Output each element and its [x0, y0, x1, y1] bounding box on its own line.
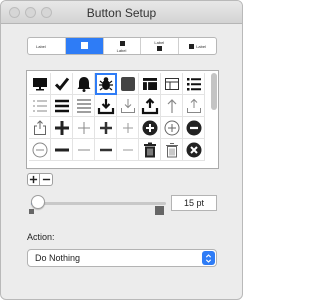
icon-size-slider[interactable]: [31, 202, 166, 205]
minus-icon: [42, 178, 50, 181]
style-label-text: Label: [116, 48, 127, 53]
monitor-icon: [32, 77, 47, 90]
download-filled-icon: [97, 98, 114, 114]
upload-outline-icon: [186, 98, 201, 113]
action-select-value: Do Nothing: [35, 253, 81, 263]
icon-cell[interactable]: [161, 117, 183, 139]
plus-light-icon: [77, 121, 90, 134]
large-size-icon: [155, 206, 164, 215]
trash-outline-icon: [165, 142, 178, 157]
icon-glyph: [189, 44, 195, 49]
remove-icon-button[interactable]: [40, 173, 53, 186]
icon-cell[interactable]: [29, 139, 51, 161]
style-label-above-icon[interactable]: Label: [141, 38, 180, 54]
icon-cell[interactable]: [29, 117, 51, 139]
table-outline-icon: [164, 77, 179, 90]
upload-arrow-icon: [167, 98, 176, 113]
action-label: Action:: [27, 232, 55, 242]
minus-thin-icon: [122, 149, 133, 150]
checklist-icon: [32, 100, 47, 111]
style-label-only[interactable]: Label: [28, 38, 66, 54]
title-bar: Button Setup: [1, 1, 242, 24]
x-circle-filled-icon: [186, 142, 201, 157]
icon-glyph: [157, 46, 163, 51]
download-outline-icon: [120, 98, 135, 113]
icon-cell[interactable]: [183, 73, 205, 95]
icon-cell[interactable]: [73, 117, 95, 139]
style-label-text: Label: [36, 44, 46, 49]
icon-cell[interactable]: [139, 117, 161, 139]
table-icon: [142, 77, 157, 90]
icon-cell[interactable]: [161, 95, 183, 117]
style-icon-left-of-label[interactable]: Label: [179, 38, 216, 54]
icon-cell[interactable]: [95, 117, 117, 139]
minus-circle-outline-icon: [32, 142, 47, 157]
icon-glyph: [119, 41, 125, 46]
minus-circle-filled-icon: [186, 120, 201, 135]
icon-cell[interactable]: [183, 95, 205, 117]
plus-thin-icon: [122, 122, 133, 133]
icon-grid: [29, 73, 205, 161]
icon-cell[interactable]: [95, 95, 117, 117]
icon-cell[interactable]: [29, 73, 51, 95]
icon-size-slider-thumb[interactable]: [30, 195, 45, 209]
plus-icon: [29, 175, 38, 184]
icon-glyph: [80, 42, 88, 49]
icon-cell[interactable]: [139, 95, 161, 117]
icon-cell[interactable]: [73, 139, 95, 161]
icon-cell[interactable]: [95, 73, 117, 95]
trash-filled-icon: [143, 142, 156, 157]
align-justify-icon: [54, 99, 69, 112]
icon-cell[interactable]: [183, 139, 205, 161]
minus-medium-icon: [99, 148, 112, 151]
window-title: Button Setup: [86, 6, 157, 20]
icon-cell[interactable]: [139, 139, 161, 161]
button-setup-window: Button Setup Label Label Label Label 15 …: [0, 0, 243, 300]
select-arrows-icon: [202, 251, 215, 265]
icon-cell[interactable]: [73, 95, 95, 117]
icon-picker: [26, 70, 219, 169]
icon-cell[interactable]: [73, 73, 95, 95]
style-icon-only[interactable]: [65, 38, 104, 54]
icon-picker-scrollbar[interactable]: [211, 73, 217, 110]
bell-icon: [77, 76, 90, 92]
style-icon-above-label[interactable]: Label: [104, 38, 142, 54]
dark-square-icon: [120, 76, 135, 91]
icon-cell[interactable]: [51, 117, 73, 139]
icon-cell[interactable]: [51, 139, 73, 161]
plus-medium-icon: [99, 121, 112, 134]
icon-cell[interactable]: [117, 95, 139, 117]
icon-cell[interactable]: [117, 73, 139, 95]
icon-size-field[interactable]: 15 pt: [171, 195, 217, 211]
icon-cell[interactable]: [95, 139, 117, 161]
icon-cell[interactable]: [51, 95, 73, 117]
icon-cell[interactable]: [117, 117, 139, 139]
plus-bold-icon: [54, 120, 69, 135]
style-label-text: Label: [196, 44, 206, 49]
share-outline-icon: [33, 119, 46, 135]
small-size-icon: [29, 209, 34, 214]
icon-cell[interactable]: [117, 139, 139, 161]
add-icon-button[interactable]: [27, 173, 40, 186]
button-style-selector: Label Label Label Label: [27, 37, 217, 55]
plus-circle-outline-icon: [164, 120, 179, 135]
minus-bold-icon: [54, 148, 69, 151]
align-lines-icon: [76, 98, 91, 113]
icon-cell[interactable]: [29, 95, 51, 117]
action-select[interactable]: Do Nothing: [27, 249, 217, 267]
checkmark-icon: [54, 77, 69, 91]
icon-cell[interactable]: [139, 73, 161, 95]
icon-cell[interactable]: [183, 117, 205, 139]
minus-light-icon: [77, 149, 90, 150]
icon-cell[interactable]: [51, 73, 73, 95]
bug-icon: [98, 76, 113, 90]
style-label-text: Label: [154, 40, 165, 45]
icon-cell[interactable]: [161, 73, 183, 95]
bullet-list-icon: [186, 77, 201, 90]
upload-filled-icon: [141, 97, 158, 114]
icon-cell[interactable]: [161, 139, 183, 161]
plus-circle-filled-icon: [142, 120, 157, 135]
